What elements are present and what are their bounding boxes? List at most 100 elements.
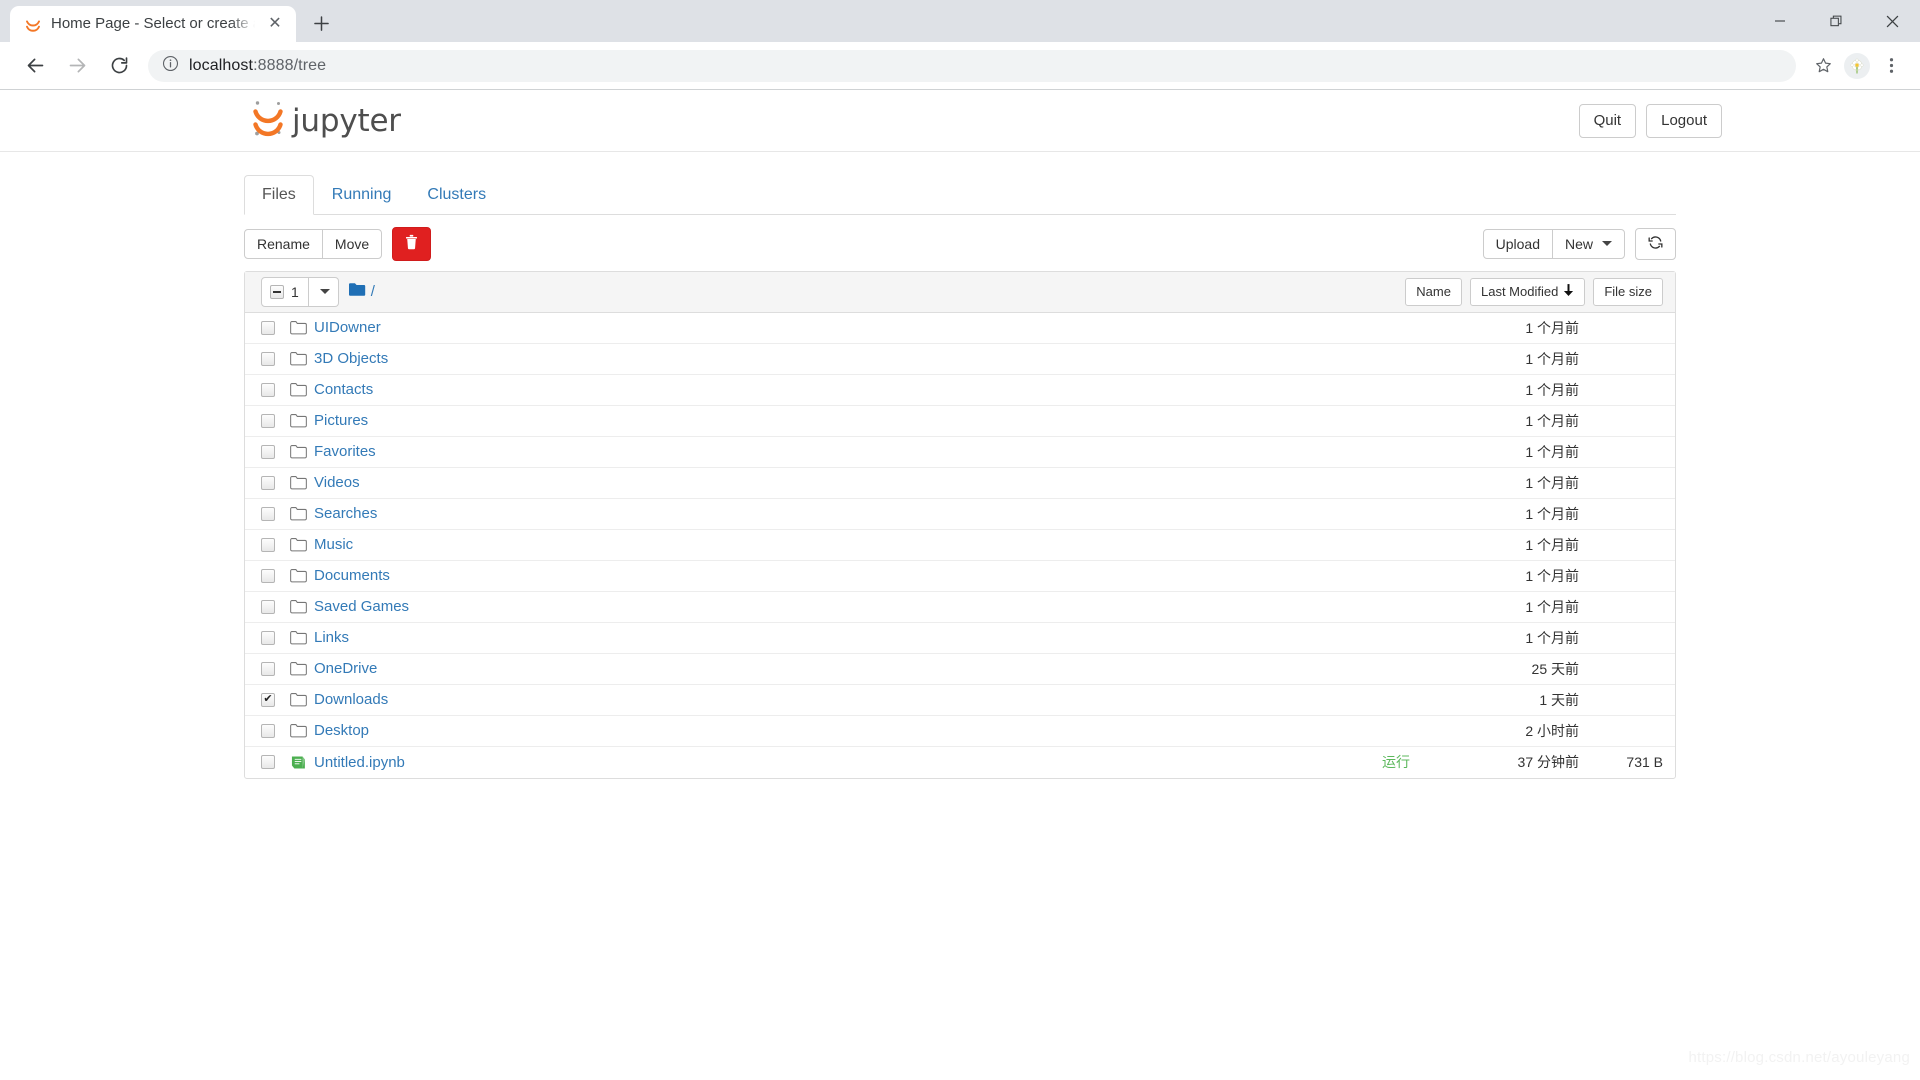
jupyter-logo[interactable]: jupyter <box>248 96 401 145</box>
table-row[interactable]: Desktop2 小时前 <box>245 716 1675 747</box>
row-last-modified: 1 个月前 <box>1419 349 1579 369</box>
sort-by-name-button[interactable]: Name <box>1405 278 1462 306</box>
row-checkbox[interactable] <box>261 476 275 490</box>
row-last-modified: 1 个月前 <box>1419 473 1579 493</box>
three-dot-menu-icon[interactable] <box>1874 49 1908 83</box>
row-name-link[interactable]: Searches <box>314 505 1410 522</box>
row-name-link[interactable]: Videos <box>314 474 1410 491</box>
table-row[interactable]: Untitled.ipynb运行37 分钟前731 B <box>245 747 1675 778</box>
tab-strip: Home Page - Select or create a ✕ <box>0 0 1920 42</box>
row-name-link[interactable]: Contacts <box>314 381 1410 398</box>
row-last-modified: 25 天前 <box>1419 659 1579 679</box>
row-name-link[interactable]: Desktop <box>314 722 1410 739</box>
select-all-checkbox[interactable] <box>270 285 284 299</box>
selected-count: 1 <box>291 284 299 300</box>
table-row[interactable]: Music 1 个月前 <box>245 530 1675 561</box>
row-checkbox[interactable] <box>261 724 275 738</box>
row-name-link[interactable]: Documents <box>314 567 1410 584</box>
table-row[interactable]: Saved Games1 个月前 <box>245 592 1675 623</box>
quit-button[interactable]: Quit <box>1579 104 1637 138</box>
folder-icon <box>290 600 307 614</box>
table-row[interactable]: Favorites1 个月前 <box>245 437 1675 468</box>
close-window-button[interactable] <box>1864 0 1920 42</box>
select-all-box[interactable]: 1 <box>261 277 309 307</box>
table-row[interactable]: Contacts1 个月前 <box>245 375 1675 406</box>
row-checkbox[interactable] <box>261 631 275 645</box>
row-checkbox[interactable] <box>261 383 275 397</box>
row-last-modified: 1 个月前 <box>1419 535 1579 555</box>
new-dropdown-button[interactable]: New <box>1552 229 1625 260</box>
star-icon[interactable] <box>1806 49 1840 83</box>
browser-tab[interactable]: Home Page - Select or create a ✕ <box>10 6 296 42</box>
table-row[interactable]: Documents1 个月前 <box>245 561 1675 592</box>
row-name-link[interactable]: Saved Games <box>314 598 1410 615</box>
row-checkbox[interactable] <box>261 321 275 335</box>
table-row[interactable]: Pictures1 个月前 <box>245 406 1675 437</box>
select-all-group: 1 <box>261 277 339 307</box>
row-checkbox[interactable] <box>261 569 275 583</box>
upload-button[interactable]: Upload <box>1483 229 1553 260</box>
breadcrumb-path[interactable]: / <box>371 283 375 300</box>
table-row[interactable]: 3D Objects 1 个月前 <box>245 344 1675 375</box>
row-name-link[interactable]: UIDowner <box>314 319 1410 336</box>
info-circle-icon[interactable] <box>162 55 179 77</box>
table-row[interactable]: Videos 1 个月前 <box>245 468 1675 499</box>
row-name-link[interactable]: 3D Objects <box>314 350 1410 367</box>
folder-icon <box>290 631 307 645</box>
breadcrumb[interactable]: / <box>349 282 375 301</box>
maximize-button[interactable] <box>1808 0 1864 42</box>
rename-button[interactable]: Rename <box>244 229 323 260</box>
sort-by-last-modified-button[interactable]: Last Modified <box>1470 278 1585 306</box>
logout-button[interactable]: Logout <box>1646 104 1722 138</box>
row-running-status: 运行 <box>1382 752 1410 772</box>
delete-button[interactable] <box>392 227 431 261</box>
row-checkbox[interactable] <box>261 693 275 707</box>
refresh-icon <box>1648 235 1663 254</box>
select-dropdown-button[interactable] <box>309 277 339 307</box>
row-checkbox[interactable] <box>261 538 275 552</box>
jupyter-page: jupyter Quit Logout Files Running Cluste… <box>0 90 1920 779</box>
back-arrow-icon[interactable] <box>14 45 56 87</box>
minimize-button[interactable] <box>1752 0 1808 42</box>
row-checkbox[interactable] <box>261 352 275 366</box>
daisy-avatar-icon[interactable] <box>1840 49 1874 83</box>
refresh-button[interactable] <box>1635 228 1676 261</box>
table-row[interactable]: OneDrive 25 天前 <box>245 654 1675 685</box>
new-tab-button[interactable] <box>304 6 338 40</box>
jupyter-header: jupyter Quit Logout <box>0 90 1920 152</box>
browser-tab-title: Home Page - Select or create a <box>51 6 255 42</box>
folder-icon <box>290 662 307 676</box>
table-row[interactable]: UIDowner1 个月前 <box>245 313 1675 344</box>
row-checkbox[interactable] <box>261 600 275 614</box>
row-name-link[interactable]: Pictures <box>314 412 1410 429</box>
row-name-link[interactable]: Favorites <box>314 443 1410 460</box>
tab-clusters[interactable]: Clusters <box>409 175 504 215</box>
tab-files[interactable]: Files <box>244 175 314 215</box>
row-name-link[interactable]: Downloads <box>314 691 1410 708</box>
row-checkbox[interactable] <box>261 755 275 769</box>
row-name-link[interactable]: Untitled.ipynb <box>314 754 1382 771</box>
notebook-icon <box>290 755 307 770</box>
jupyter-tabs: Files Running Clusters <box>244 174 1676 215</box>
table-row[interactable]: Downloads 1 天前 <box>245 685 1675 716</box>
row-checkbox[interactable] <box>261 662 275 676</box>
file-list-rows: UIDowner1 个月前3D Objects1 个月前Contacts1 个月… <box>245 313 1675 778</box>
reload-icon[interactable] <box>98 45 140 87</box>
close-icon[interactable]: ✕ <box>264 13 286 35</box>
files-toolbar: Rename Move Upload <box>244 215 1676 271</box>
table-row[interactable]: Links1 个月前 <box>245 623 1675 654</box>
address-bar[interactable]: localhost:8888/tree <box>148 50 1796 82</box>
upload-new-group: Upload New <box>1483 229 1625 260</box>
row-name-link[interactable]: OneDrive <box>314 660 1410 677</box>
row-name-link[interactable]: Music <box>314 536 1410 553</box>
new-dropdown-label: New <box>1565 236 1593 253</box>
row-checkbox[interactable] <box>261 507 275 521</box>
row-checkbox[interactable] <box>261 445 275 459</box>
table-row[interactable]: Searches1 个月前 <box>245 499 1675 530</box>
row-last-modified: 1 天前 <box>1419 690 1579 710</box>
move-button[interactable]: Move <box>322 229 382 260</box>
sort-by-file-size-button[interactable]: File size <box>1593 278 1663 306</box>
tab-running[interactable]: Running <box>314 175 410 215</box>
row-checkbox[interactable] <box>261 414 275 428</box>
row-name-link[interactable]: Links <box>314 629 1410 646</box>
